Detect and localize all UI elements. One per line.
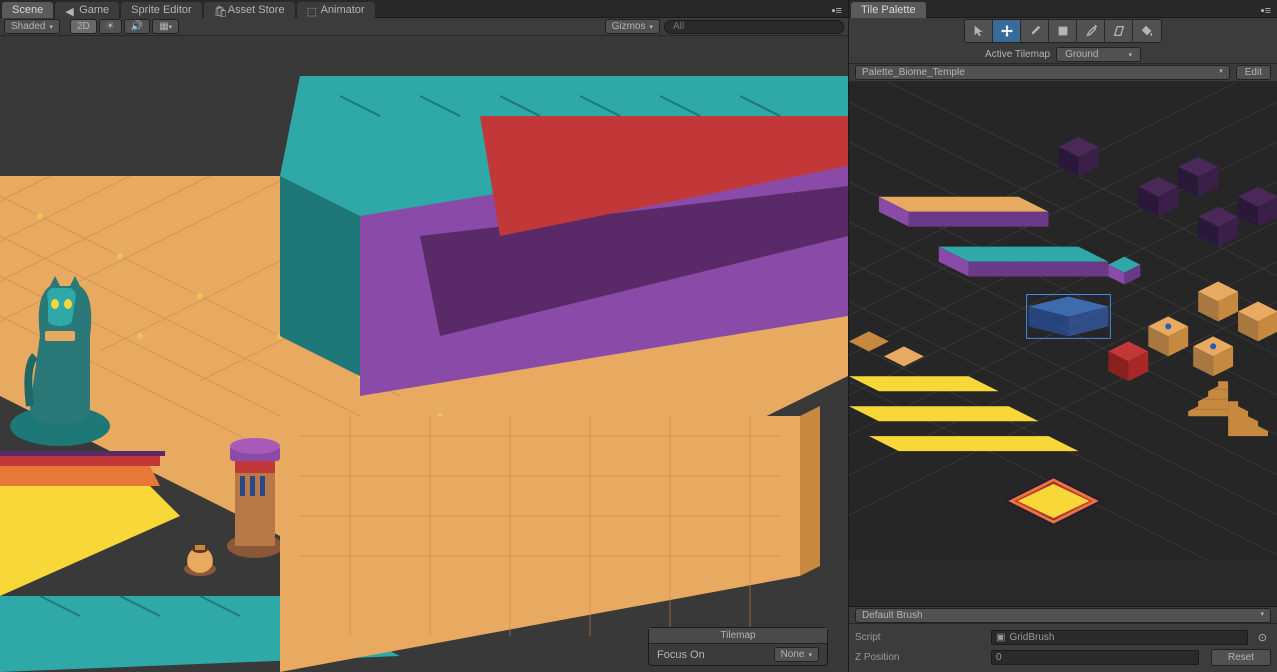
object-picker-icon[interactable]: ⊙	[1254, 631, 1271, 644]
mode-2d-button[interactable]: 2D	[70, 19, 97, 34]
effects-button[interactable]: ▦ ▾	[152, 19, 179, 34]
palette-toolbar: Active Tilemap Ground▾	[849, 18, 1277, 64]
brush-inspector: Script ▣GridBrush ⊙ Z Position 0 Reset	[849, 624, 1277, 672]
teal-strip-tile	[939, 247, 1109, 277]
focus-on-dropdown[interactable]: None▾	[774, 647, 819, 662]
tab-scene[interactable]: Scene	[2, 2, 53, 18]
z-position-label: Z Position	[855, 652, 985, 663]
tile-palette-panel: Tile Palette ▪≡ Active Tilemap Ground▾ P…	[848, 0, 1277, 672]
active-tilemap-label: Active Tilemap	[985, 49, 1050, 60]
z-position-field[interactable]: 0	[991, 650, 1199, 665]
tab-animator[interactable]: ⬚Animator	[297, 2, 375, 18]
select-tool[interactable]	[965, 20, 993, 42]
palette-tab-bar: Tile Palette ▪≡	[849, 0, 1277, 18]
move-tool[interactable]	[993, 20, 1021, 42]
edit-button[interactable]: Edit	[1236, 65, 1271, 80]
animator-icon: ⬚	[307, 5, 317, 15]
scene-search-input[interactable]	[664, 20, 844, 34]
box-tool[interactable]	[1049, 20, 1077, 42]
palette-tab-options-icon[interactable]: ▪≡	[1255, 5, 1277, 17]
pillar	[227, 438, 283, 558]
reset-button[interactable]: Reset	[1211, 649, 1271, 666]
scene-canvas	[0, 36, 848, 672]
scene-view[interactable]: Tilemap Focus On None▾	[0, 36, 848, 672]
picker-tool[interactable]	[1077, 20, 1105, 42]
brush-dropdown[interactable]: Default Brush▾	[855, 608, 1271, 623]
active-tilemap-dropdown[interactable]: Ground▾	[1056, 47, 1141, 62]
palette-view[interactable]	[849, 82, 1277, 606]
palette-tool-buttons	[964, 19, 1162, 43]
eraser-tool[interactable]	[1105, 20, 1133, 42]
game-icon: ◀	[65, 5, 75, 15]
brush-tool[interactable]	[1021, 20, 1049, 42]
palette-canvas	[849, 82, 1277, 561]
scene-tab-bar: Scene ◀Game Sprite Editor 🛍Asset Store ⬚…	[0, 0, 848, 18]
sand-strip-tile	[879, 197, 1049, 227]
focus-on-label: Focus On	[657, 649, 705, 661]
tab-sprite-editor[interactable]: Sprite Editor	[121, 2, 202, 18]
store-icon: 🛍	[214, 5, 224, 15]
scene-toolbar: Shaded▾ 2D ☀ 🔊 ▦ ▾ Gizmos▾	[0, 18, 848, 36]
script-field[interactable]: ▣GridBrush	[991, 630, 1248, 645]
script-label: Script	[855, 632, 985, 643]
tab-options-icon[interactable]: ▪≡	[826, 5, 848, 17]
tab-game[interactable]: ◀Game	[55, 2, 119, 18]
audio-button[interactable]: 🔊	[124, 19, 150, 34]
brush-header: Default Brush▾	[849, 606, 1277, 624]
gizmos-dropdown[interactable]: Gizmos▾	[605, 19, 660, 34]
palette-name-dropdown[interactable]: Palette_Biome_Temple▾	[855, 65, 1230, 80]
tilemap-overlay-title: Tilemap	[649, 628, 827, 644]
tab-asset-store[interactable]: 🛍Asset Store	[204, 2, 295, 18]
lighting-button[interactable]: ☀	[99, 19, 122, 34]
script-icon: ▣	[996, 632, 1005, 643]
palette-header: Palette_Biome_Temple▾ Edit	[849, 64, 1277, 82]
tab-tile-palette[interactable]: Tile Palette	[851, 2, 926, 18]
shading-mode-dropdown[interactable]: Shaded▾	[4, 19, 60, 34]
scene-panel: Scene ◀Game Sprite Editor 🛍Asset Store ⬚…	[0, 0, 848, 672]
fill-tool[interactable]	[1133, 20, 1161, 42]
tilemap-overlay: Tilemap Focus On None▾	[648, 627, 828, 666]
